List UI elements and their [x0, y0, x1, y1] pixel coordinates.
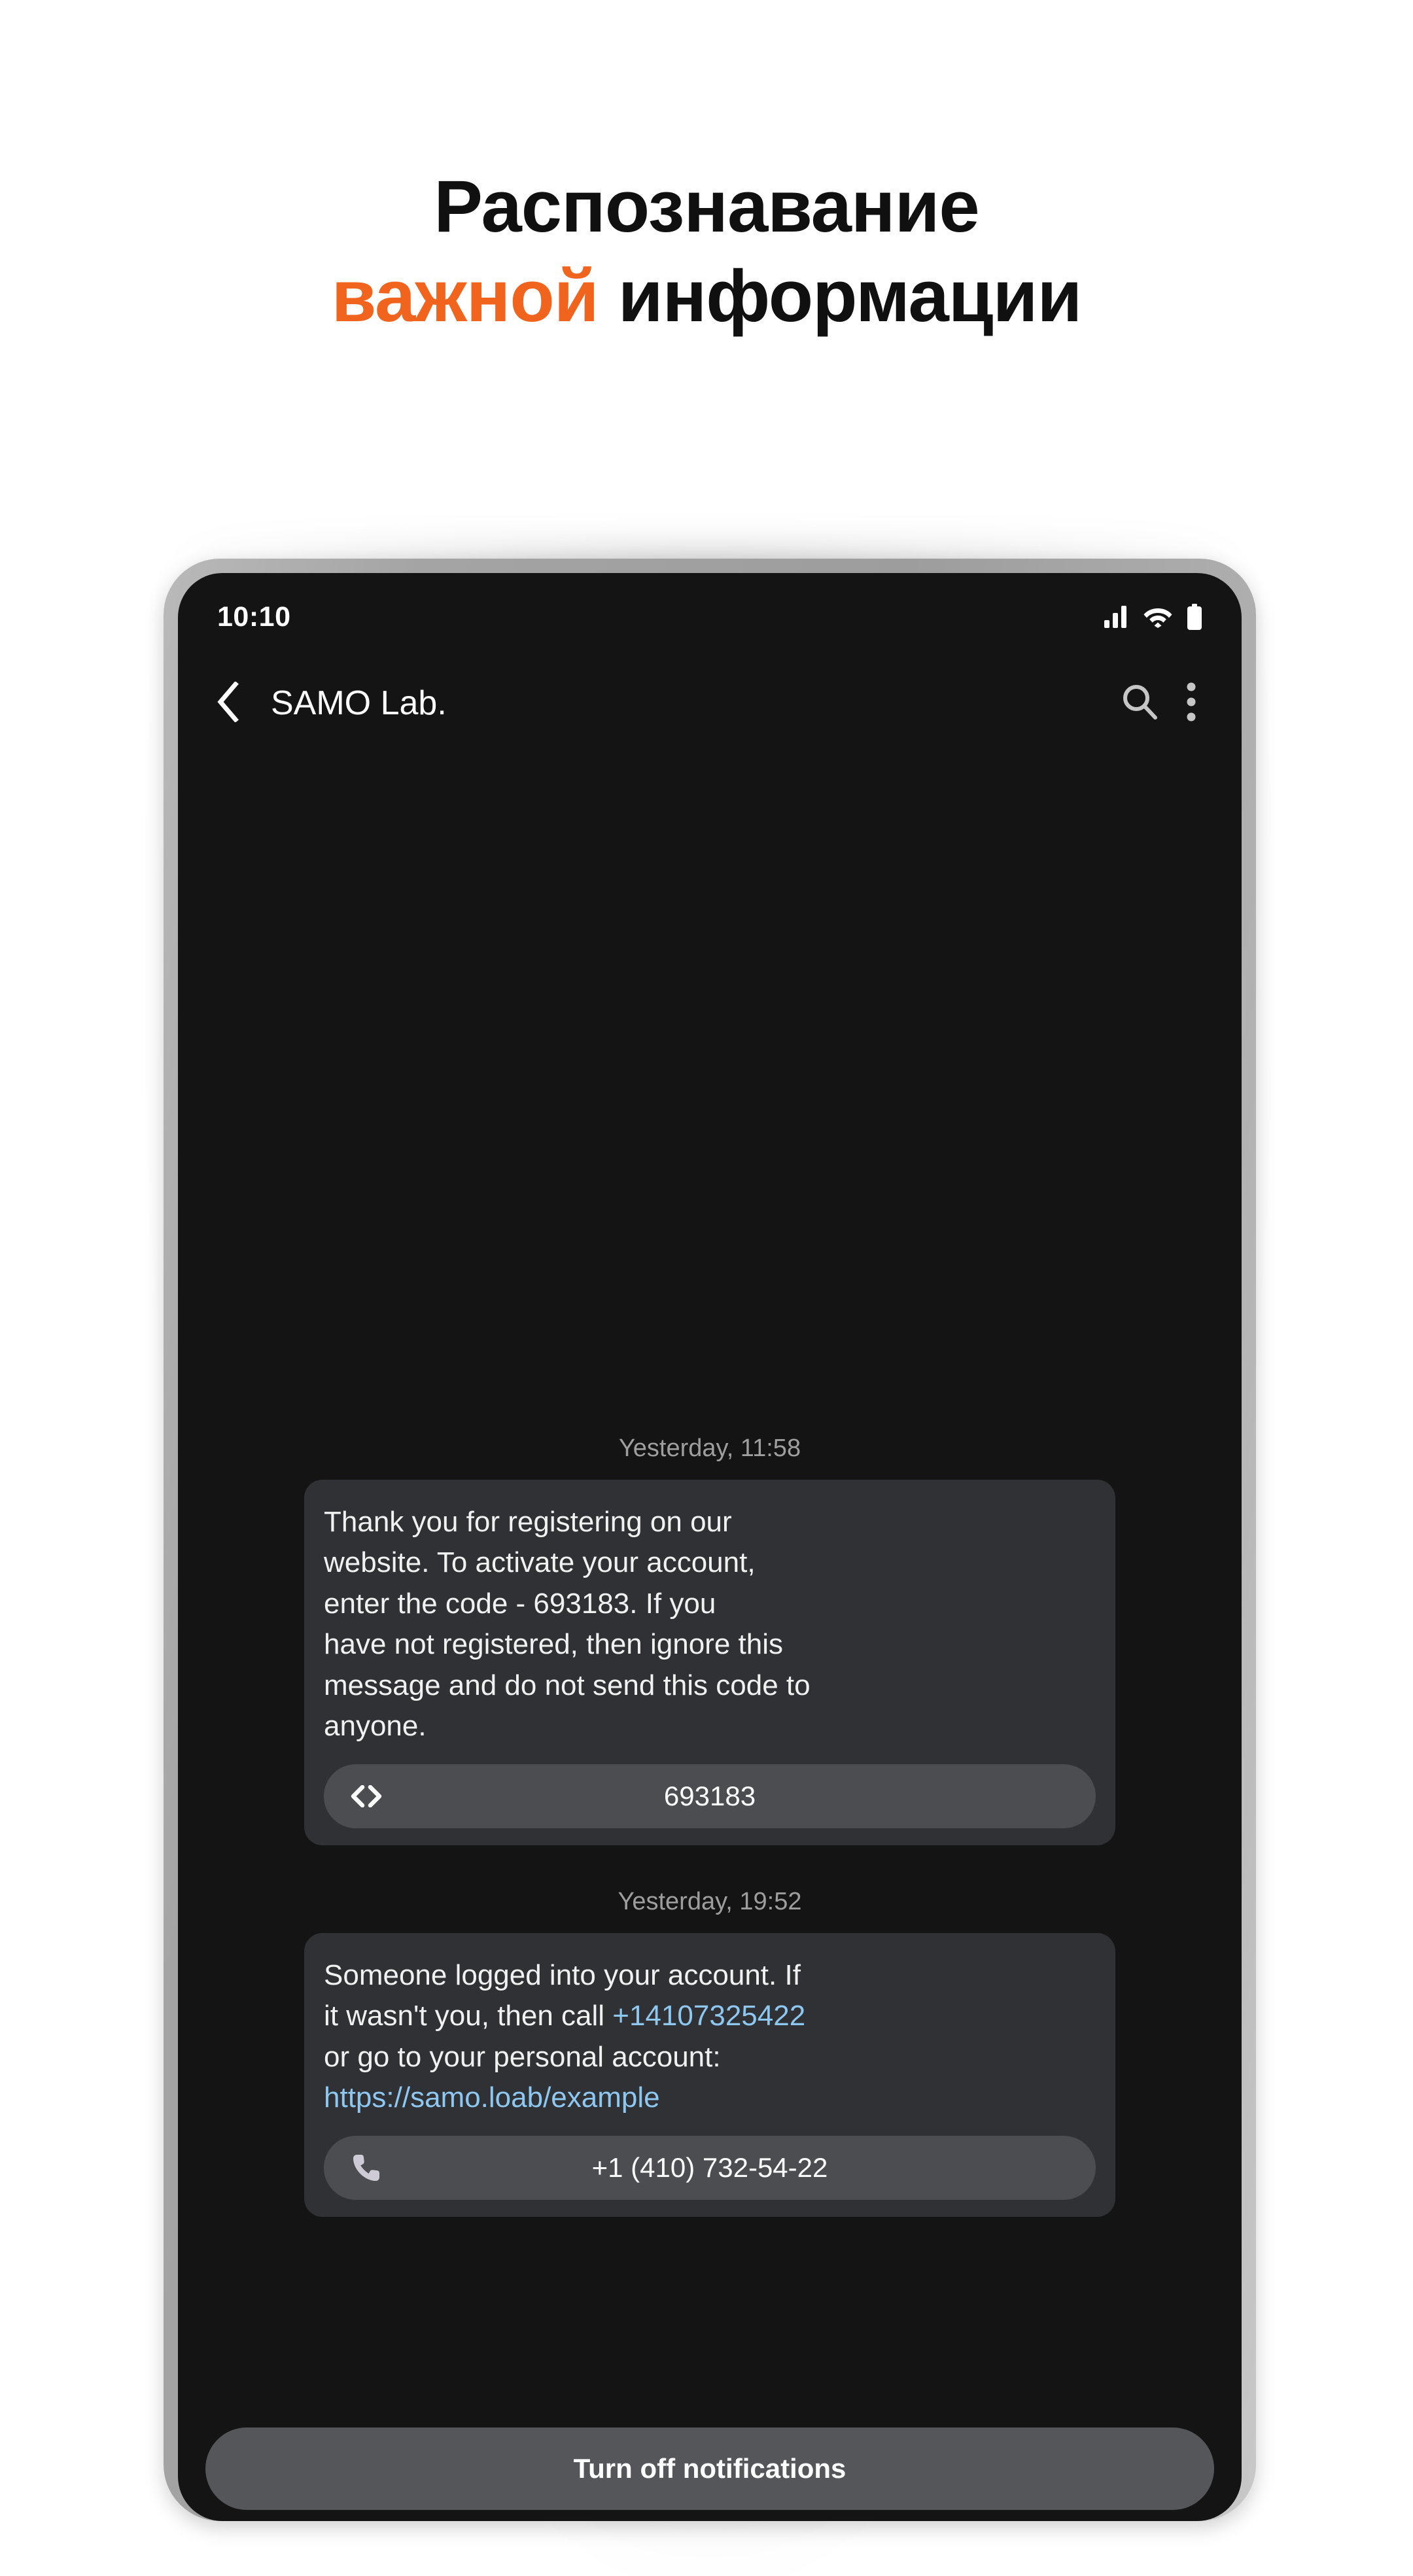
headline-accent-word: важной — [331, 254, 599, 337]
chevron-left-icon — [215, 680, 241, 725]
message-bubble[interactable]: Thank you for registering on our website… — [304, 1480, 1115, 1845]
headline-rest-word: информации — [598, 254, 1083, 337]
status-bar: 10:10 — [178, 573, 1242, 657]
message-thread[interactable]: Yesterday, 11:58 Thank you for registeri… — [178, 750, 1242, 2521]
headline-line-1: Распознавание — [434, 165, 979, 247]
message-line: website. To activate your account, — [324, 1546, 756, 1579]
app-bar: SAMO Lab. — [178, 657, 1242, 750]
message-body: Someone logged into your account. If it … — [324, 1955, 1096, 2119]
message-group: Yesterday, 19:52 Someone logged into you… — [178, 1888, 1242, 2217]
code-brackets-icon — [343, 1764, 389, 1828]
search-button[interactable] — [1109, 673, 1170, 733]
message-line: it wasn't you, then call +14107325422 — [324, 2000, 805, 2032]
phone-screen: 10:10 SAMO Lab. Yesterday, 11:58 Thank y… — [178, 573, 1242, 2521]
chip-label: +1 (410) 732-54-22 — [591, 2151, 828, 2183]
back-button[interactable] — [200, 675, 256, 731]
message-body: Thank you for registering on our website… — [324, 1502, 1096, 1747]
message-line: message and do not send this code to — [324, 1669, 811, 1701]
overflow-menu-button[interactable] — [1170, 673, 1213, 733]
phone-frame: 10:10 SAMO Lab. Yesterday, 11:58 Thank y… — [164, 559, 1256, 2521]
message-timestamp: Yesterday, 11:58 — [618, 1435, 801, 1462]
wifi-icon — [1143, 606, 1172, 628]
turn-off-notifications-button[interactable]: Turn off notifications — [205, 2428, 1214, 2510]
promo-headline: Распознавание важной информации — [0, 162, 1413, 341]
headline-line-2: важной информации — [0, 252, 1413, 341]
turn-off-notifications-label: Turn off notifications — [573, 2453, 846, 2484]
conversation-title: SAMO Lab. — [271, 684, 447, 722]
phone-handset-icon — [343, 2136, 389, 2200]
status-bar-icons — [1104, 600, 1202, 630]
message-timestamp: Yesterday, 19:52 — [618, 1888, 802, 1915]
battery-full-icon — [1187, 604, 1202, 630]
message-bubble[interactable]: Someone logged into your account. If it … — [304, 1933, 1115, 2217]
call-number-chip[interactable]: +1 (410) 732-54-22 — [324, 2135, 1096, 2200]
overflow-menu-icon — [1187, 682, 1196, 725]
status-bar-clock: 10:10 — [217, 600, 291, 633]
message-group: Yesterday, 11:58 Thank you for registeri… — [178, 1435, 1242, 1845]
signal-bars-icon — [1104, 606, 1129, 628]
message-line: have not registered, then ignore this — [324, 1628, 784, 1661]
message-line: or go to your personal account: — [324, 2040, 721, 2073]
message-line: enter the code - 693183. If you — [324, 1587, 716, 1620]
message-line-plain: it wasn't you, then call — [324, 2000, 613, 2032]
message-line: Someone logged into your account. If — [324, 1959, 801, 1991]
copy-code-chip[interactable]: 693183 — [324, 1764, 1096, 1828]
chip-label: 693183 — [663, 1780, 756, 1811]
phone-number-link[interactable]: +14107325422 — [612, 2000, 805, 2032]
search-icon — [1121, 683, 1159, 724]
message-line: Thank you for registering on our — [324, 1506, 732, 1538]
url-link[interactable]: https://samo.loab/example — [324, 2081, 660, 2114]
message-line: anyone. — [324, 1710, 427, 1743]
